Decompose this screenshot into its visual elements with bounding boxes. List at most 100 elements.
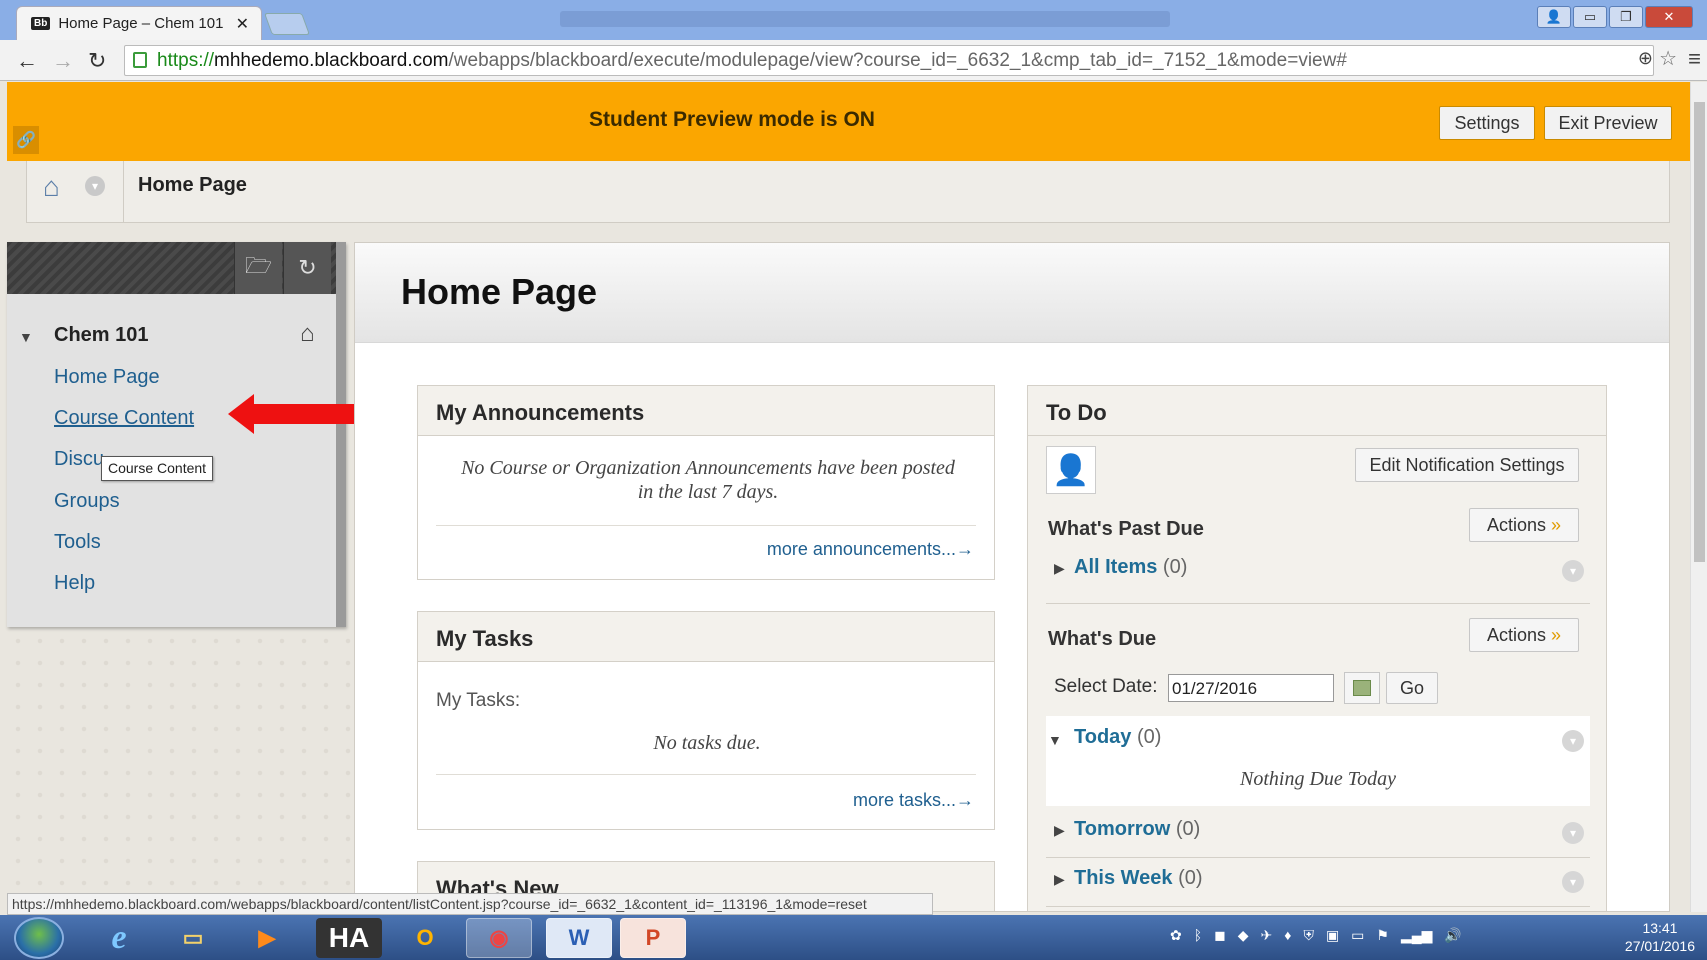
zoom-icon[interactable]: ⊕ [1638, 48, 1653, 69]
word-icon[interactable]: W [546, 918, 612, 958]
monitor-icon[interactable]: ▭ [1351, 927, 1364, 949]
network-icon[interactable]: ▂▄▆ [1401, 927, 1432, 949]
windows-taskbar: e ▭ ▶ HA O ◉ W P ✿ ᛒ ◼ ◆ ✈ ♦ ⛨ ▣ ▭ ⚑ ▂▄▆… [0, 915, 1707, 960]
folder-view-icon[interactable]: 🗁 [234, 242, 282, 294]
url-input[interactable]: https://mhhedemo.blackboard.com/webapps/… [124, 45, 1654, 76]
go-button[interactable]: Go [1386, 672, 1438, 704]
tray-icon[interactable]: ◼ [1214, 927, 1226, 949]
chrome-icon[interactable]: ◉ [466, 918, 532, 958]
calendar-icon[interactable] [1344, 672, 1380, 704]
settings-button[interactable]: Settings [1439, 106, 1535, 140]
breadcrumb: ⌂ ▾ Home Page [26, 161, 1670, 223]
vertical-scrollbar[interactable] [1690, 82, 1707, 912]
browser-tab[interactable]: Bb Home Page – Chem 101 ✕ [16, 6, 262, 40]
past-due-actions-button[interactable]: Actions » [1469, 508, 1579, 542]
tray-icon[interactable]: ▣ [1326, 927, 1339, 949]
todo-title: To Do [1028, 386, 1606, 436]
divider [436, 525, 976, 526]
internet-explorer-icon[interactable]: e [86, 918, 152, 958]
forward-icon[interactable]: → [52, 48, 74, 74]
due-actions-button[interactable]: Actions » [1469, 618, 1579, 652]
select-date-input[interactable]: 01/27/2016 [1168, 674, 1334, 702]
course-menu: 🗁 ↻ ▼ Chem 101 ⌂ Home Page Course Conten… [7, 242, 346, 627]
refresh-icon[interactable]: ↻ [283, 242, 331, 294]
chevron-down-icon[interactable]: ▾ [1562, 871, 1584, 893]
close-tab-icon[interactable]: ✕ [236, 14, 249, 34]
browser-menu-icon[interactable]: ≡ [1688, 46, 1701, 72]
actions-label: Actions [1486, 624, 1546, 645]
collapse-triangle-icon[interactable]: ▼ [1048, 732, 1062, 748]
media-player-icon[interactable]: ▶ [234, 918, 300, 958]
expand-triangle-icon[interactable]: ▶ [1054, 560, 1065, 577]
more-announcements-link[interactable]: more announcements...→ [767, 539, 974, 560]
past-due-title: What's Past Due [1048, 518, 1204, 540]
menu-item-course-content[interactable]: Course Content [54, 407, 194, 430]
system-tray: ✿ ᛒ ◼ ◆ ✈ ♦ ⛨ ▣ ▭ ⚑ ▂▄▆ 🔊 [1170, 927, 1570, 949]
home-icon[interactable]: ⌂ [43, 171, 60, 203]
more-tasks-link[interactable]: more tasks...→ [853, 790, 974, 811]
menu-item-groups[interactable]: Groups [54, 490, 120, 513]
course-home-icon[interactable]: ⌂ [300, 320, 315, 348]
tray-icon[interactable]: ✿ [1170, 927, 1182, 949]
link-icon[interactable]: 🔗 [13, 126, 39, 154]
week-count: (0) [1178, 867, 1203, 889]
collapse-triangle-icon[interactable]: ▼ [19, 329, 33, 345]
tasks-title: My Tasks [418, 612, 994, 662]
browser-tab-bar: Bb Home Page – Chem 101 ✕ 👤 ▭ ❐ ✕ [0, 0, 1707, 40]
student-preview-banner: Student Preview mode is ON Settings Exit… [7, 82, 1690, 161]
edit-notification-settings-button[interactable]: Edit Notification Settings [1355, 448, 1579, 482]
back-icon[interactable]: ← [16, 48, 38, 74]
chevron-down-icon[interactable]: ▾ [1562, 730, 1584, 752]
maximize-button[interactable]: ❐ [1609, 6, 1643, 28]
bookmark-star-icon[interactable]: ☆ [1659, 46, 1677, 71]
tray-icon[interactable]: ♦ [1284, 927, 1291, 949]
tomorrow-link[interactable]: Tomorrow (0) [1074, 818, 1200, 841]
expand-triangle-icon[interactable]: ▶ [1054, 822, 1065, 839]
chevron-down-icon[interactable]: ▾ [85, 176, 105, 196]
divider [1046, 906, 1590, 907]
course-name[interactable]: Chem 101 [54, 324, 149, 347]
reload-icon[interactable]: ↻ [88, 48, 106, 74]
user-icon[interactable]: 👤 [1537, 6, 1571, 28]
file-explorer-icon[interactable]: ▭ [160, 918, 226, 958]
powerpoint-icon[interactable]: P [620, 918, 686, 958]
this-week-link[interactable]: This Week (0) [1074, 867, 1203, 890]
chevron-down-icon[interactable]: ▾ [1562, 560, 1584, 582]
tasks-module: My Tasks My Tasks: No tasks due. more ta… [417, 611, 995, 830]
window-title [560, 11, 1170, 27]
tray-icon[interactable]: ✈ [1261, 927, 1273, 949]
status-url: https://mhhedemo.blackboard.com/webapps/… [7, 893, 933, 915]
tray-icon[interactable]: ◆ [1238, 927, 1249, 949]
shield-icon[interactable]: ⛨ [1303, 927, 1314, 949]
today-link[interactable]: Today (0) [1074, 726, 1161, 749]
menu-item-home-page[interactable]: Home Page [54, 366, 160, 389]
main-content: Home Page My Announcements No Course or … [354, 242, 1670, 912]
preview-message: Student Preview mode is ON [589, 108, 875, 131]
start-button[interactable] [14, 917, 64, 959]
window-controls: 👤 ▭ ❐ ✕ [1537, 6, 1693, 28]
breadcrumb-title: Home Page [138, 174, 247, 196]
page-header: Home Page [355, 243, 1669, 343]
all-items-link[interactable]: All Items (0) [1074, 556, 1187, 579]
expand-triangle-icon[interactable]: ▶ [1054, 871, 1065, 888]
ha-app-icon[interactable]: HA [316, 918, 382, 958]
announcements-empty-text: No Course or Organization Announcements … [461, 457, 955, 503]
outlook-icon[interactable]: O [392, 918, 458, 958]
volume-icon[interactable]: 🔊 [1444, 927, 1461, 949]
due-title: What's Due [1048, 628, 1157, 650]
exit-preview-button[interactable]: Exit Preview [1544, 106, 1672, 140]
minimize-button[interactable]: ▭ [1573, 6, 1607, 28]
scrollbar-thumb[interactable] [1694, 102, 1705, 562]
menu-item-help[interactable]: Help [54, 572, 95, 595]
new-tab-button[interactable] [263, 13, 311, 35]
url-scheme: https:// [157, 49, 215, 71]
bluetooth-icon[interactable]: ᛒ [1194, 927, 1202, 949]
menu-item-tools[interactable]: Tools [54, 531, 101, 554]
system-clock[interactable]: 13:41 27/01/2016 [1625, 919, 1695, 955]
close-window-button[interactable]: ✕ [1645, 6, 1693, 28]
flag-icon[interactable]: ⚑ [1376, 927, 1389, 949]
today-count: (0) [1136, 726, 1162, 748]
menu-item-discussions[interactable]: Discu [54, 448, 104, 471]
chevron-down-icon[interactable]: ▾ [1562, 822, 1584, 844]
url-path: /webapps/blackboard/execute/modulepage/v… [448, 49, 1347, 71]
